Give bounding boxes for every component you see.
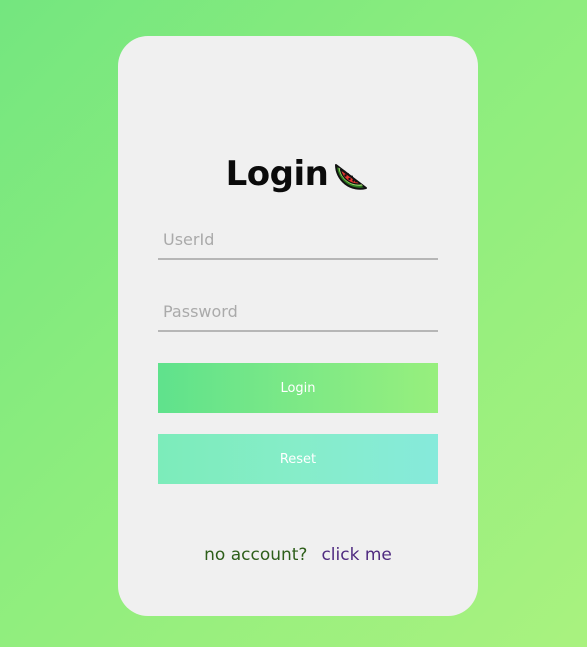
reset-button[interactable]: Reset — [158, 434, 438, 484]
password-input[interactable] — [158, 292, 438, 332]
watermelon-slice-icon — [330, 155, 370, 195]
no-account-text: no account? — [204, 545, 308, 565]
userid-input[interactable] — [158, 220, 438, 260]
login-button[interactable]: Login — [158, 363, 438, 413]
signup-link[interactable]: click me — [321, 544, 391, 566]
signup-prompt: no account? click me — [118, 544, 478, 566]
title-row: Login — [118, 154, 478, 194]
login-card: Login Login Reset no acco — [118, 36, 478, 616]
page-title: Login — [225, 154, 329, 194]
